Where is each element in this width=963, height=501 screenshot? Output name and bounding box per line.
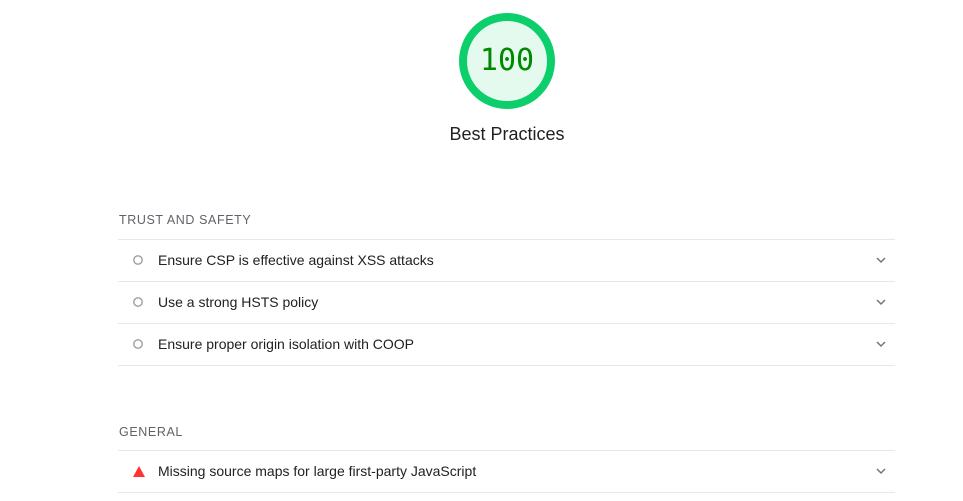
audit-label: Ensure CSP is effective against XSS atta… [158, 252, 434, 268]
audit-label: Ensure proper origin isolation with COOP [158, 336, 415, 352]
fail-triangle-icon [133, 466, 145, 477]
audit-coop[interactable]: Ensure proper origin isolation with COOP [118, 324, 895, 366]
informative-circle-icon [133, 255, 143, 265]
audit-list-general: Missing source maps for large first-part… [118, 450, 895, 493]
audit-source-maps[interactable]: Missing source maps for large first-part… [118, 451, 895, 493]
group-title-trust-and-safety: TRUST AND SAFETY [119, 213, 252, 227]
chevron-down-icon[interactable] [875, 255, 887, 265]
category-title: Best Practices [449, 124, 565, 144]
group-title-general: GENERAL [119, 425, 183, 439]
audit-hsts[interactable]: Use a strong HSTS policy [118, 282, 895, 324]
chevron-down-icon[interactable] [875, 297, 887, 307]
score-gauge: 100 [458, 12, 556, 110]
audit-list-trust-and-safety: Ensure CSP is effective against XSS atta… [118, 239, 895, 366]
chevron-down-icon[interactable] [875, 339, 887, 349]
informative-circle-icon [133, 297, 143, 307]
audit-csp-xss[interactable]: Ensure CSP is effective against XSS atta… [118, 240, 895, 282]
informative-circle-icon [133, 339, 143, 349]
score-value: 100 [479, 43, 535, 78]
chevron-down-icon[interactable] [875, 466, 887, 476]
audit-label: Missing source maps for large first-part… [158, 463, 477, 479]
audit-label: Use a strong HSTS policy [158, 294, 319, 310]
